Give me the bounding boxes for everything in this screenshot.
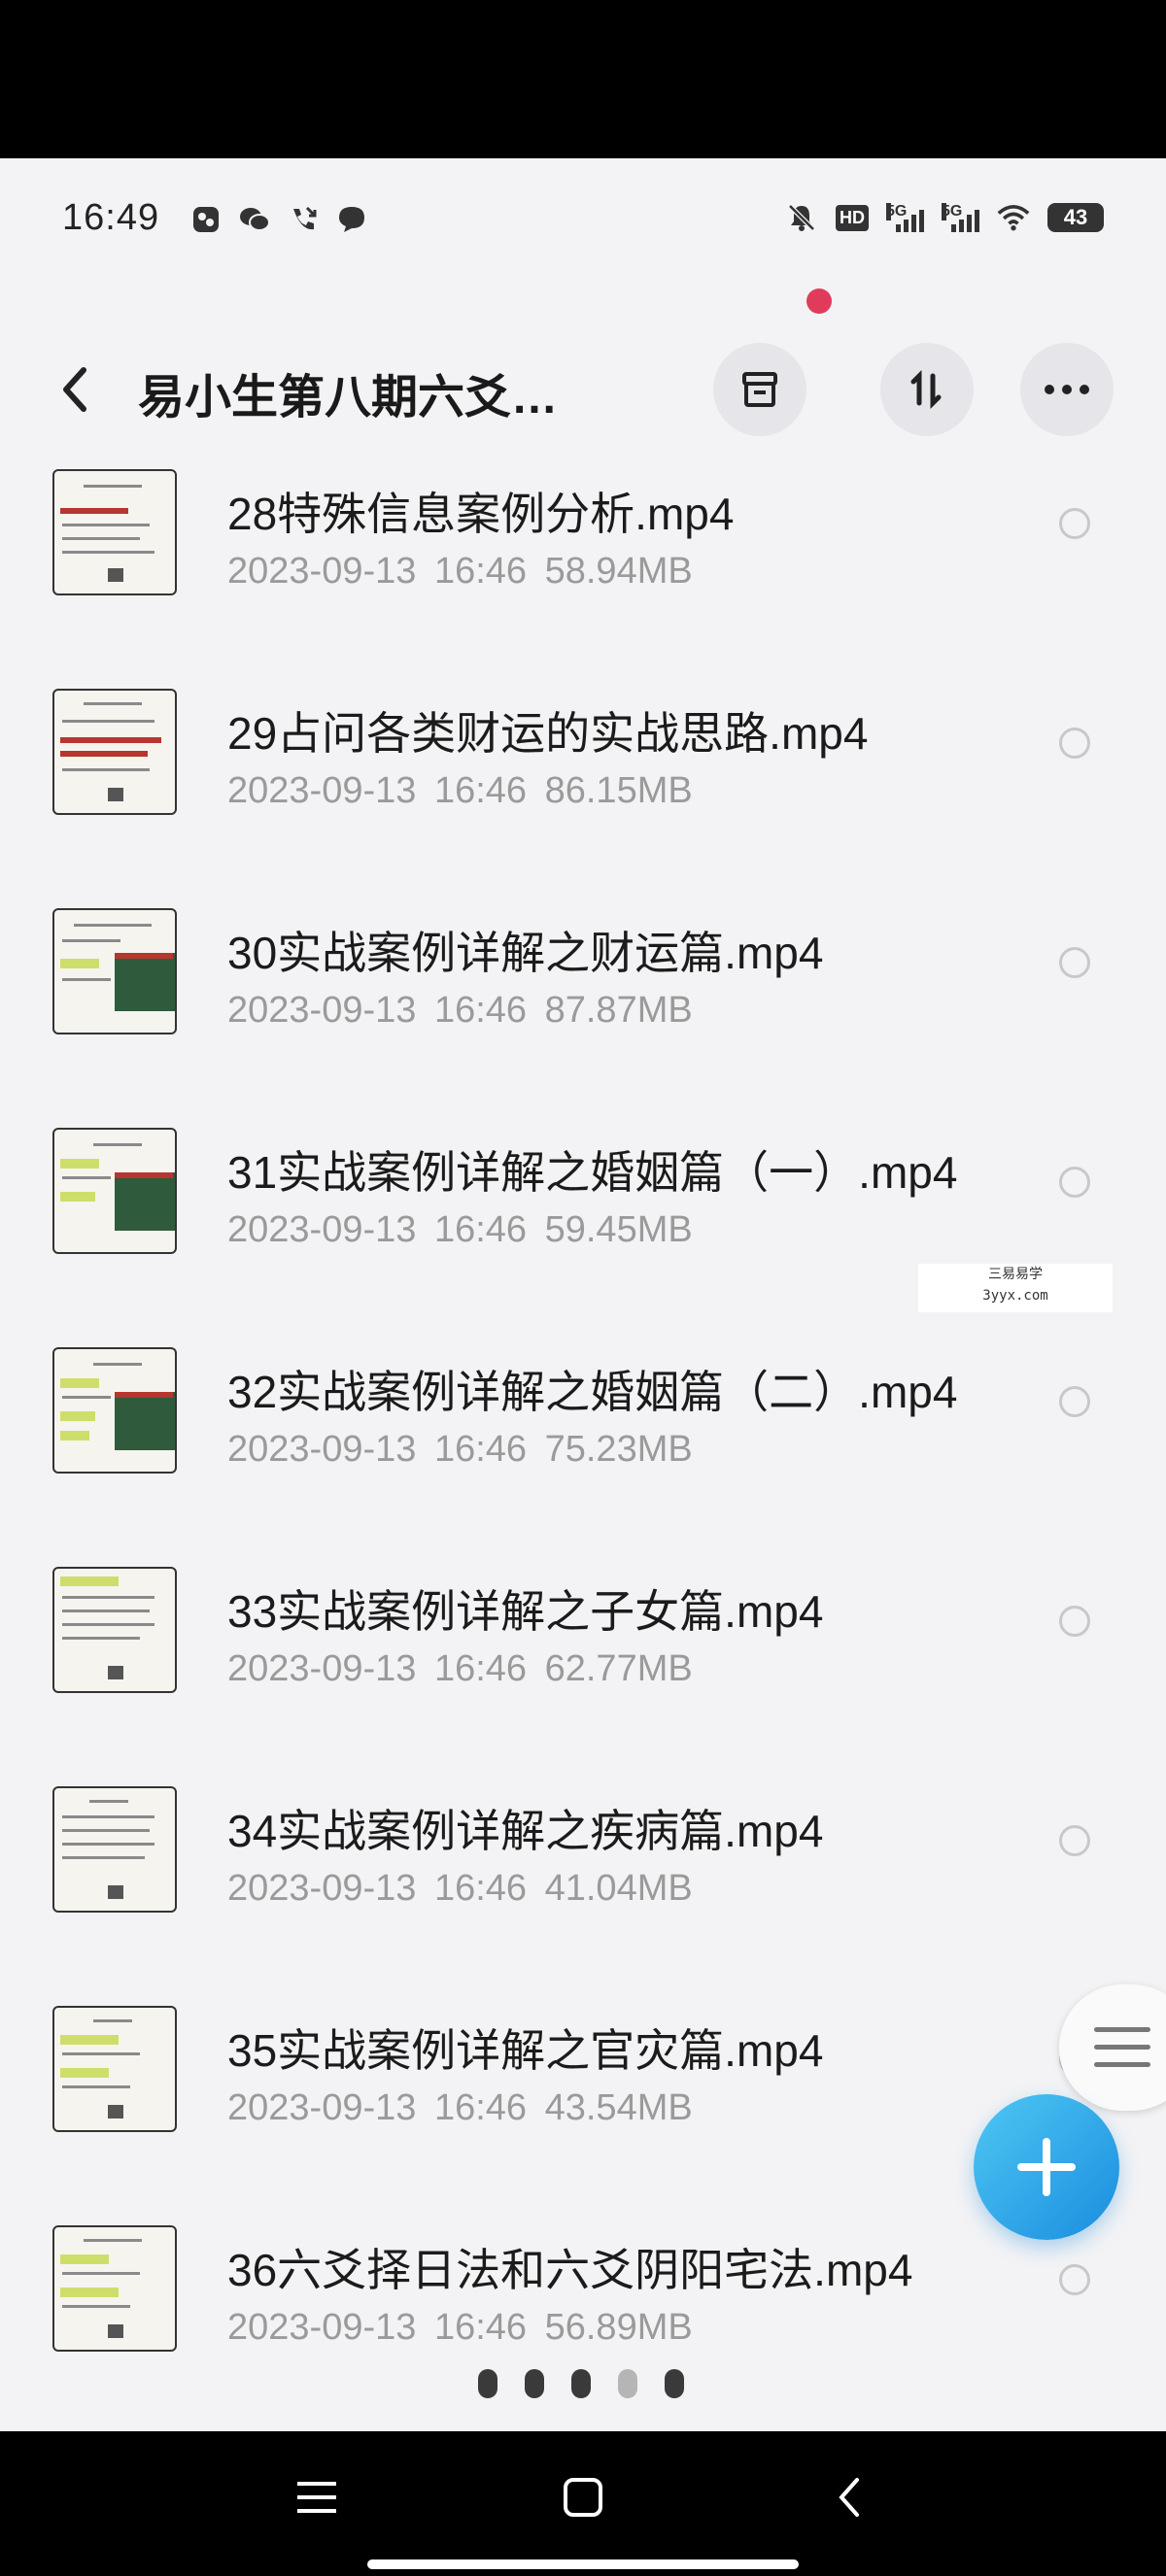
video-thumbnail	[52, 2225, 177, 2352]
file-row[interactable]: 36六爻择日法和六爻阴阳宅法.mp4 2023-09-13 16:46 56.8…	[0, 2216, 1166, 2431]
file-meta: 2023-09-13 16:46 86.15MB	[227, 770, 693, 811]
menu-lines-icon	[297, 2482, 336, 2513]
notification-icons	[189, 203, 368, 236]
system-back-button[interactable]	[822, 2468, 880, 2526]
home-indicator-bar[interactable]	[367, 2559, 799, 2569]
file-row[interactable]: 30实战案例详解之财运篇.mp4 2023-09-13 16:46 87.87M…	[0, 898, 1166, 1118]
recent-apps-button[interactable]	[288, 2468, 346, 2526]
status-bar: 16:49 HD 5G 5G 43	[0, 158, 1166, 285]
status-time: 16:49	[62, 197, 160, 238]
select-radio[interactable]	[1059, 508, 1090, 539]
file-name: 29占问各类财运的实战思路.mp4	[227, 708, 869, 759]
page-dot-active[interactable]	[618, 2369, 637, 2398]
more-icon	[1045, 385, 1089, 394]
video-thumbnail	[52, 1347, 177, 1474]
watermark: 三易易学 3yyx.com	[918, 1264, 1113, 1312]
back-button[interactable]	[54, 360, 97, 419]
wechat-icon	[238, 203, 271, 236]
select-radio[interactable]	[1059, 947, 1090, 978]
file-meta: 2023-09-13 16:46 62.77MB	[227, 1648, 693, 1689]
wifi-icon	[997, 201, 1030, 234]
system-nav-bar	[0, 2431, 1166, 2576]
select-radio[interactable]	[1059, 1167, 1090, 1198]
page-title: 易小生第八期六爻…	[138, 372, 559, 424]
file-meta: 2023-09-13 16:46 41.04MB	[227, 1868, 693, 1909]
play-icon	[108, 2105, 123, 2118]
file-name: 30实战案例详解之财运篇.mp4	[227, 928, 824, 978]
file-meta: 2023-09-13 16:46 87.87MB	[227, 990, 693, 1031]
back-arrow-icon	[63, 367, 86, 412]
add-button[interactable]	[974, 2094, 1119, 2240]
select-radio[interactable]	[1059, 2264, 1090, 2295]
file-meta: 2023-09-13 16:46 43.54MB	[227, 2087, 693, 2128]
notification-dot	[806, 288, 832, 314]
play-icon	[108, 2324, 123, 2338]
file-meta: 2023-09-13 16:46 56.89MB	[227, 2307, 693, 2348]
page-indicator	[478, 2369, 684, 2398]
file-row[interactable]: 29占问各类财运的实战思路.mp4 2023-09-13 16:46 86.15…	[0, 679, 1166, 898]
page-dot[interactable]	[478, 2369, 497, 2398]
square-home-icon	[564, 2478, 602, 2517]
play-icon	[108, 568, 123, 582]
file-name: 33实战案例详解之子女篇.mp4	[227, 1586, 824, 1637]
hd-badge: HD	[836, 204, 869, 231]
play-icon	[108, 1666, 123, 1679]
file-row[interactable]: 33实战案例详解之子女篇.mp4 2023-09-13 16:46 62.77M…	[0, 1557, 1166, 1777]
video-thumbnail	[52, 469, 177, 595]
page-dot[interactable]	[665, 2369, 684, 2398]
play-icon	[108, 1885, 123, 1899]
top-app-bar: 易小生第八期六爻…	[0, 314, 1166, 469]
signal-1-icon: 5G	[886, 203, 924, 232]
signal-2-icon: 5G	[942, 203, 979, 232]
select-radio[interactable]	[1059, 1386, 1090, 1417]
video-thumbnail	[52, 908, 177, 1034]
archive-icon	[742, 372, 777, 407]
file-name: 36六爻择日法和六爻阴阳宅法.mp4	[227, 2245, 913, 2295]
missed-call-icon	[287, 203, 320, 236]
app-screen: 16:49 HD 5G 5G 43 易小生第八期六爻… 28特殊信息案例分析.m…	[0, 158, 1166, 2431]
page-dot[interactable]	[571, 2369, 591, 2398]
file-meta: 2023-09-13 16:46 75.23MB	[227, 1429, 693, 1470]
play-icon	[108, 788, 123, 801]
file-name: 32实战案例详解之婚姻篇（二）.mp4	[227, 1367, 958, 1417]
select-radio[interactable]	[1059, 1825, 1090, 1856]
message-icon	[335, 203, 368, 236]
video-thumbnail	[52, 1786, 177, 1913]
more-button[interactable]	[1020, 343, 1114, 436]
video-thumbnail	[52, 2006, 177, 2132]
file-name: 34实战案例详解之疾病篇.mp4	[227, 1806, 824, 1856]
sort-button[interactable]	[880, 343, 974, 436]
archive-button[interactable]	[713, 343, 806, 436]
menu-icon	[1094, 2027, 1150, 2032]
system-status-icons: HD 5G 5G 43	[785, 201, 1104, 234]
video-thumbnail	[52, 689, 177, 815]
video-thumbnail	[52, 1128, 177, 1254]
home-button[interactable]	[554, 2468, 612, 2526]
page-dot[interactable]	[525, 2369, 544, 2398]
select-radio[interactable]	[1059, 728, 1090, 759]
file-row[interactable]: 28特殊信息案例分析.mp4 2023-09-13 16:46 58.94MB	[0, 459, 1166, 679]
file-name: 31实战案例详解之婚姻篇（一）.mp4	[227, 1147, 958, 1198]
file-row[interactable]: 34实战案例详解之疾病篇.mp4 2023-09-13 16:46 41.04M…	[0, 1777, 1166, 1996]
gallery-app-icon	[189, 203, 223, 236]
file-name: 35实战案例详解之官灾篇.mp4	[227, 2025, 824, 2076]
battery-indicator: 43	[1047, 203, 1104, 232]
mute-icon	[785, 201, 818, 234]
file-meta: 2023-09-13 16:46 59.45MB	[227, 1209, 693, 1250]
video-thumbnail	[52, 1567, 177, 1693]
select-radio[interactable]	[1059, 1606, 1090, 1637]
file-name: 28特殊信息案例分析.mp4	[227, 489, 735, 539]
file-row[interactable]: 32实战案例详解之婚姻篇（二）.mp4 2023-09-13 16:46 75.…	[0, 1338, 1166, 1557]
chevron-left-icon	[839, 2478, 859, 2517]
sort-icon	[910, 369, 942, 410]
file-meta: 2023-09-13 16:46 58.94MB	[227, 551, 693, 592]
